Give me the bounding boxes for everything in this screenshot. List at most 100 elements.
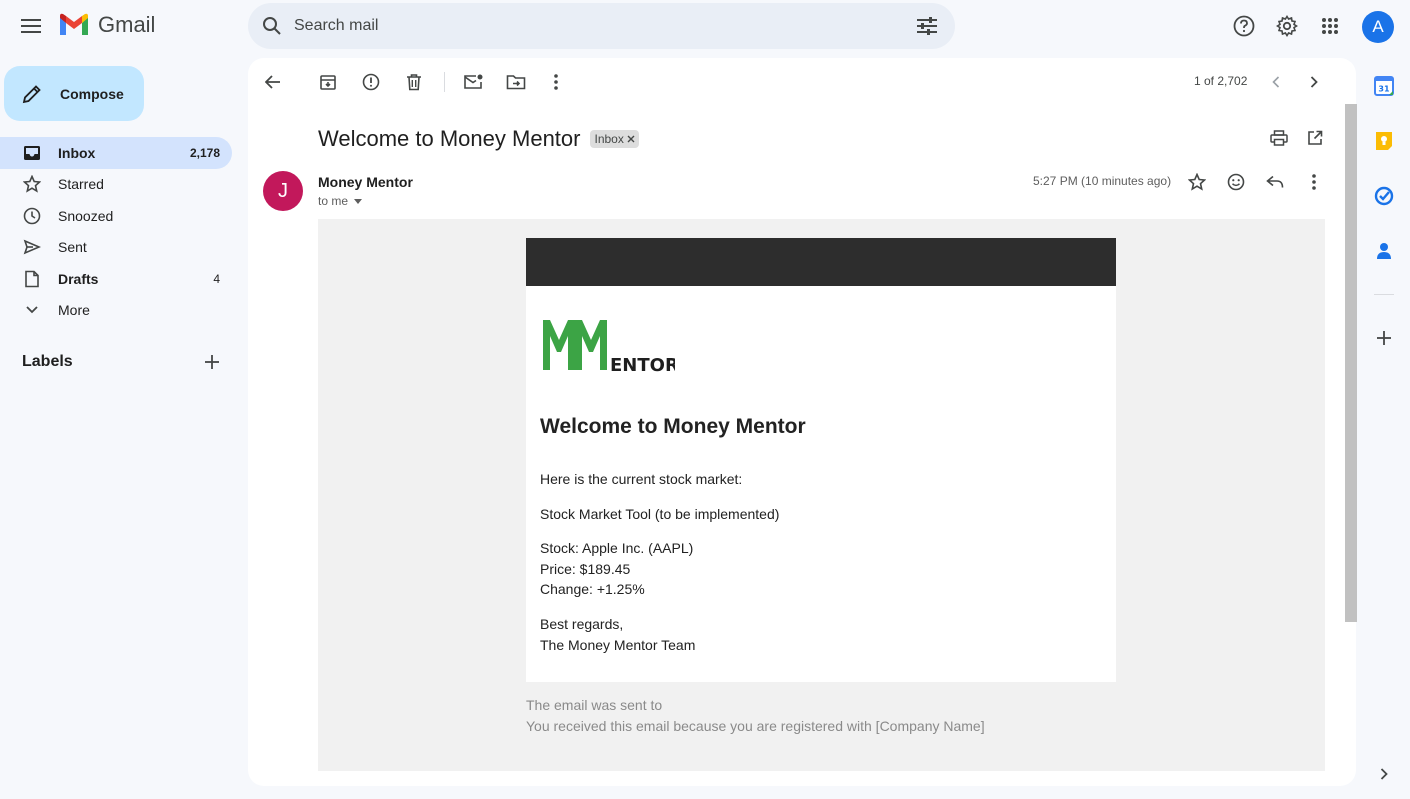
email-intro: Here is the current stock market:: [540, 471, 743, 487]
money-mentor-logo: ENTOR: [540, 316, 679, 381]
sidebar-nav: Inbox 2,178 Starred Snoozed Sent Drafts …: [0, 137, 232, 326]
rail-divider: [1374, 294, 1394, 295]
back-button[interactable]: [261, 70, 285, 94]
contacts-app-button[interactable]: [1372, 239, 1396, 263]
chevron-down-icon: [22, 300, 42, 320]
inbox-icon: [22, 143, 42, 163]
email-signoff: Best regards,: [540, 616, 624, 632]
sidebar-item-more[interactable]: More: [0, 295, 232, 327]
unread-count: 2,178: [189, 145, 220, 160]
show-side-panel-button[interactable]: [1372, 762, 1396, 786]
help-icon: [1233, 15, 1255, 37]
message-time: 5:27 PM (10 minutes ago): [1033, 174, 1172, 188]
recipient-details[interactable]: to me: [318, 194, 363, 208]
email-card: ENTOR Welcome to Money Mentor Here is th…: [526, 238, 1116, 682]
chevron-left-icon: [1272, 76, 1280, 88]
sidebar-item-label: Starred: [58, 176, 104, 193]
sidebar-item-drafts[interactable]: Drafts 4: [0, 263, 232, 295]
email-stock-line: Stock: Apple Inc. (AAPL): [540, 540, 694, 556]
main-menu-button[interactable]: [15, 10, 47, 42]
label-chip-inbox[interactable]: Inbox: [590, 130, 639, 148]
trash-icon: [407, 74, 421, 91]
send-icon: [22, 237, 42, 257]
apps-button[interactable]: [1314, 10, 1346, 42]
search-bar[interactable]: [248, 3, 955, 49]
toolbar-divider: [444, 72, 445, 92]
sidebar-item-label: More: [58, 302, 90, 319]
top-bar: Gmail A: [0, 0, 1410, 56]
print-button[interactable]: [1267, 126, 1291, 150]
message-more-button[interactable]: [1302, 170, 1326, 194]
caret-down-icon: [354, 198, 363, 204]
compose-label: Compose: [60, 85, 124, 102]
mark-unread-button[interactable]: [461, 70, 485, 94]
calendar-app-button[interactable]: 31: [1372, 74, 1396, 98]
gmail-m-icon: [60, 13, 88, 35]
draft-icon: [22, 269, 42, 289]
search-input[interactable]: [294, 17, 903, 35]
archive-button[interactable]: [316, 70, 340, 94]
compose-button[interactable]: Compose: [4, 66, 144, 121]
message-subject: Welcome to Money Mentor: [318, 126, 581, 151]
archive-icon: [320, 75, 336, 90]
keep-app-button[interactable]: [1372, 129, 1396, 153]
newer-button[interactable]: [1264, 70, 1288, 94]
email-change-line: Change: +1.25%: [540, 581, 645, 597]
email-header-banner: [526, 238, 1116, 286]
tasks-app-button[interactable]: [1372, 184, 1396, 208]
chevron-right-icon: [1380, 768, 1388, 780]
sidebar-item-label: Drafts: [58, 270, 99, 287]
hamburger-icon: [21, 19, 41, 33]
sidebar-item-sent[interactable]: Sent: [0, 232, 232, 264]
pencil-icon: [22, 84, 41, 103]
more-vert-icon: [554, 74, 558, 90]
drafts-count: 4: [213, 271, 220, 286]
sender-name[interactable]: Money Mentor: [318, 174, 413, 190]
search-button[interactable]: [250, 3, 294, 49]
apps-grid-icon: [1322, 18, 1338, 34]
sidebar-item-snoozed[interactable]: Snoozed: [0, 200, 232, 232]
search-options-button[interactable]: [903, 3, 951, 49]
open-new-window-button[interactable]: [1303, 126, 1327, 150]
star-button[interactable]: [1185, 170, 1209, 194]
account-avatar[interactable]: A: [1362, 11, 1394, 43]
add-reaction-button[interactable]: [1224, 170, 1248, 194]
report-icon: [362, 73, 380, 91]
settings-button[interactable]: [1271, 10, 1303, 42]
sidebar-item-starred[interactable]: Starred: [0, 169, 232, 201]
email-tool-line: Stock Market Tool (to be implemented): [540, 506, 780, 522]
reply-icon: [1266, 175, 1284, 188]
folder-move-icon: [506, 75, 526, 90]
reply-button[interactable]: [1263, 170, 1287, 194]
chip-label: Inbox: [594, 132, 624, 146]
tune-icon: [917, 17, 937, 35]
move-to-button[interactable]: [504, 70, 528, 94]
delete-button[interactable]: [402, 70, 426, 94]
message-subject-row: Welcome to Money Mentor Inbox: [318, 126, 639, 152]
sidebar-item-inbox[interactable]: Inbox 2,178: [0, 137, 232, 169]
labels-heading: Labels: [22, 353, 73, 370]
gmail-logo-text: Gmail: [98, 12, 156, 37]
open-in-new-icon: [1308, 130, 1323, 145]
close-icon[interactable]: [627, 135, 635, 143]
pagination-text: 1 of 2,702: [1194, 74, 1248, 88]
sender-avatar[interactable]: J: [263, 171, 303, 211]
scrollbar-thumb[interactable]: [1345, 104, 1357, 622]
report-spam-button[interactable]: [359, 70, 383, 94]
gmail-logo[interactable]: Gmail: [58, 12, 155, 38]
search-icon: [263, 17, 281, 35]
mark-unread-icon: [464, 74, 483, 89]
support-button[interactable]: [1228, 10, 1260, 42]
email-price-line: Price: $189.45: [540, 560, 631, 577]
emoji-icon: [1227, 173, 1245, 191]
more-actions-button[interactable]: [544, 70, 568, 94]
older-button[interactable]: [1302, 70, 1326, 94]
plus-icon: [205, 355, 219, 369]
more-vert-icon: [1312, 174, 1316, 190]
message-pane: 1 of 2,702 Welcome to Money Mentor Inbox…: [248, 58, 1356, 786]
contacts-icon: [1377, 243, 1391, 259]
get-addons-button[interactable]: [1372, 326, 1396, 350]
tasks-icon: [1374, 186, 1394, 206]
create-label-button[interactable]: [200, 350, 224, 374]
chevron-right-icon: [1310, 76, 1318, 88]
